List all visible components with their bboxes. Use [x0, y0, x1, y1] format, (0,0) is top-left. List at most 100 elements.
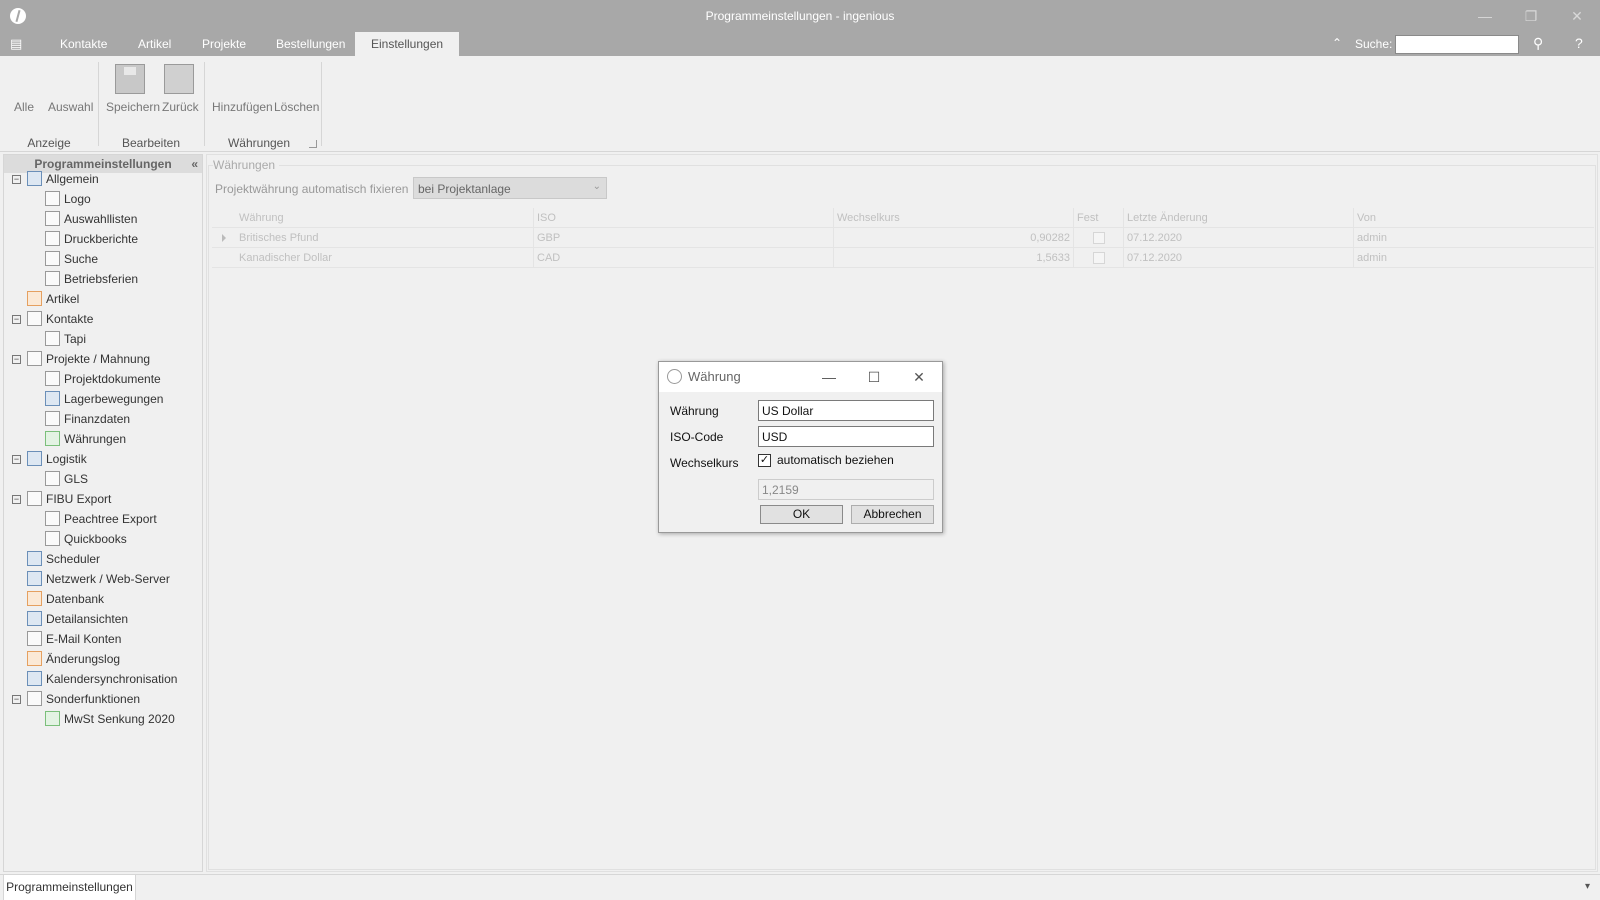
- search-icon[interactable]: ⚲: [1533, 35, 1543, 52]
- help-icon[interactable]: ?: [1575, 35, 1583, 51]
- row-indicator-icon: [222, 234, 226, 242]
- tree-item[interactable]: Tapi: [45, 329, 86, 349]
- tree-item[interactable]: E-Mail Konten: [27, 629, 121, 649]
- auto-rate-label[interactable]: automatisch beziehen: [777, 453, 894, 467]
- tree-item-label: Peachtree Export: [64, 512, 157, 526]
- tree-item[interactable]: Artikel: [27, 289, 79, 309]
- table-row[interactable]: Kanadischer Dollar CAD 1,5633 07.12.2020…: [212, 248, 1594, 268]
- menu-bar: ▤ Kontakte Artikel Projekte Bestellungen…: [0, 32, 1600, 56]
- tree-item[interactable]: Kalendersynchronisation: [27, 669, 177, 689]
- loeschen-button[interactable]: Löschen: [274, 64, 521, 302]
- fest-checkbox[interactable]: [1093, 232, 1105, 244]
- group-title: Währungen: [213, 158, 280, 172]
- tree-item[interactable]: − Sonderfunktionen: [12, 689, 141, 709]
- tree-item[interactable]: − Allgemein: [12, 169, 99, 189]
- tree-item[interactable]: Währungen: [45, 429, 126, 449]
- zurueck-button[interactable]: Zurück: [162, 64, 199, 114]
- currency-icon: [45, 431, 60, 446]
- auswahl-label: Auswahl: [48, 100, 94, 114]
- collapse-ribbon-icon[interactable]: ⌃: [1332, 36, 1342, 50]
- auto-rate-checkbox[interactable]: ✓: [758, 454, 771, 467]
- tree-item[interactable]: Detailansichten: [27, 609, 128, 629]
- tab-kontakte[interactable]: Kontakte: [46, 32, 121, 56]
- minimize-button[interactable]: —: [1462, 0, 1508, 32]
- column-header-iso[interactable]: ISO: [534, 208, 834, 228]
- tree-expander-icon[interactable]: −: [12, 695, 21, 704]
- alle-button[interactable]: Alle: [10, 64, 252, 302]
- contacts-icon: [27, 311, 42, 326]
- app-menu-icon[interactable]: ▤: [10, 36, 32, 52]
- tree-item-label: Kontakte: [46, 312, 94, 326]
- tree-item[interactable]: GLS: [45, 469, 88, 489]
- search-label: Suche:: [1355, 37, 1393, 51]
- tree-item[interactable]: − Projekte / Mahnung: [12, 349, 150, 369]
- iso-code-input[interactable]: [758, 426, 934, 447]
- fix-currency-select[interactable]: bei Projektanlage ⌄: [413, 177, 607, 199]
- tree-item[interactable]: Logo: [45, 189, 91, 209]
- tab-list-dropdown-icon[interactable]: ▾: [1585, 881, 1590, 892]
- tree-item[interactable]: Peachtree Export: [45, 509, 157, 529]
- tree-item[interactable]: Netzwerk / Web-Server: [27, 569, 170, 589]
- clock-icon: [27, 551, 42, 566]
- tree-item[interactable]: Suche: [45, 249, 98, 269]
- cell-wechselkurs: 1,5633: [834, 248, 1074, 268]
- tree-item[interactable]: − Kontakte: [12, 309, 94, 329]
- bottom-tab-programmeinstellungen[interactable]: Programmeinstellungen: [3, 875, 136, 900]
- wechselkurs-input: [758, 479, 934, 500]
- dialog-maximize-button[interactable]: ☐: [854, 365, 894, 389]
- tab-projekte[interactable]: Projekte: [188, 32, 260, 56]
- tree-item[interactable]: − FIBU Export: [12, 489, 111, 509]
- tree-item[interactable]: Betriebsferien: [45, 269, 139, 289]
- tree-item[interactable]: Auswahllisten: [45, 209, 137, 229]
- collapse-panel-icon[interactable]: «: [191, 155, 198, 173]
- fest-checkbox[interactable]: [1093, 252, 1105, 264]
- tax-icon: [45, 711, 60, 726]
- gls-icon: [45, 471, 60, 486]
- hinzufuegen-button[interactable]: Hinzufügen: [212, 64, 467, 302]
- tree-item-label: Sonderfunktionen: [46, 692, 141, 706]
- tree-item[interactable]: Änderungslog: [27, 649, 120, 669]
- waehrung-input[interactable]: [758, 400, 934, 421]
- column-header-wechselkurs[interactable]: Wechselkurs: [834, 208, 1074, 228]
- tree-item-label: Projektdokumente: [64, 372, 161, 386]
- settings-tree-panel: Programmeinstellungen « − Allgemein Logo Au…: [3, 154, 203, 872]
- group-dialog-launcher-icon[interactable]: [309, 140, 317, 148]
- cell-letzte-aenderung: 07.12.2020: [1124, 248, 1354, 268]
- tree-item-label: Netzwerk / Web-Server: [46, 572, 170, 586]
- tree-item-label: Betriebsferien: [64, 272, 139, 286]
- dialog-minimize-button[interactable]: —: [809, 365, 849, 389]
- tree-item[interactable]: Finanzdaten: [45, 409, 130, 429]
- speichern-button[interactable]: Speichern: [106, 64, 160, 114]
- cell-waehrung: Kanadischer Dollar: [236, 248, 534, 268]
- tree-expander-icon[interactable]: −: [12, 315, 21, 324]
- column-header-waehrung[interactable]: Währung: [236, 208, 534, 228]
- speichern-label: Speichern: [106, 100, 161, 114]
- tree-item[interactable]: Scheduler: [27, 549, 100, 569]
- tree-item[interactable]: Lagerbewegungen: [45, 389, 163, 409]
- cancel-button[interactable]: Abbrechen: [851, 505, 934, 524]
- column-header-von[interactable]: Von: [1354, 208, 1594, 228]
- table-row[interactable]: Britisches Pfund GBP 0,90282 07.12.2020 …: [212, 228, 1594, 248]
- dialog-close-button[interactable]: ✕: [899, 365, 939, 389]
- tab-bestellungen[interactable]: Bestellungen: [262, 32, 359, 56]
- tree-item[interactable]: − Logistik: [12, 449, 87, 469]
- tree-item[interactable]: Projektdokumente: [45, 369, 161, 389]
- close-button[interactable]: ✕: [1554, 0, 1600, 32]
- column-header-letzte-aenderung[interactable]: Letzte Änderung: [1124, 208, 1354, 228]
- column-header-fest[interactable]: Fest: [1074, 208, 1124, 228]
- wechselkurs-label: Wechselkurs: [670, 456, 739, 470]
- search-input[interactable]: [1395, 35, 1519, 54]
- maximize-button[interactable]: ❐: [1508, 0, 1554, 32]
- tab-artikel[interactable]: Artikel: [124, 32, 185, 56]
- tree-expander-icon[interactable]: −: [12, 175, 21, 184]
- tree-expander-icon[interactable]: −: [12, 455, 21, 464]
- tree-item[interactable]: Druckberichte: [45, 229, 138, 249]
- tree-item[interactable]: Quickbooks: [45, 529, 127, 549]
- tab-einstellungen[interactable]: Einstellungen: [355, 32, 460, 56]
- ok-button[interactable]: OK: [760, 505, 843, 524]
- tree-item[interactable]: MwSt Senkung 2020: [45, 709, 175, 729]
- tree-expander-icon[interactable]: −: [12, 495, 21, 504]
- tree-expander-icon[interactable]: −: [12, 355, 21, 364]
- auswahl-button[interactable]: Auswahl: [48, 64, 297, 302]
- tree-item[interactable]: Datenbank: [27, 589, 104, 609]
